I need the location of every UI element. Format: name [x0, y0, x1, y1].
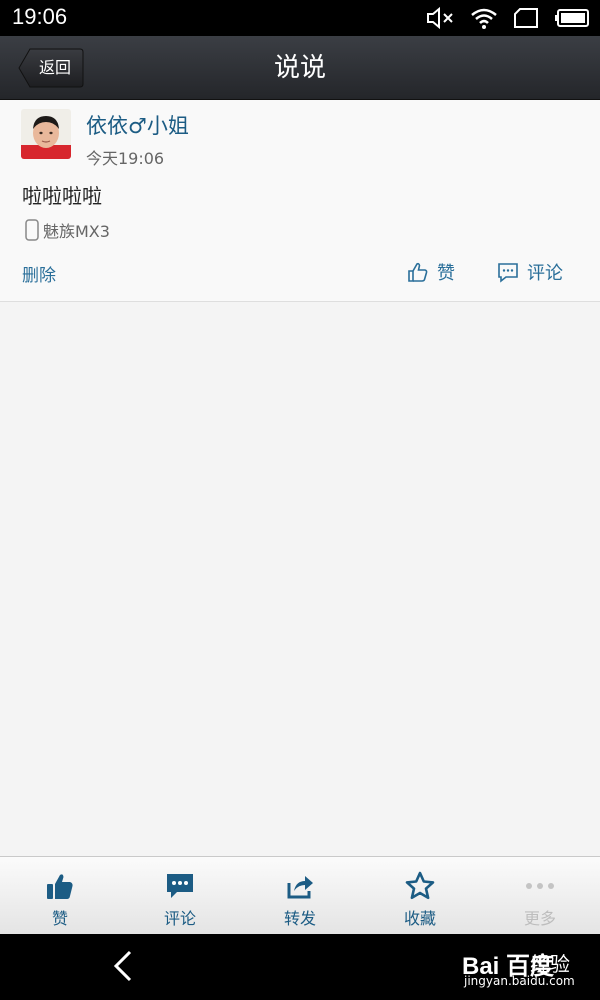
like-label: 赞 — [437, 263, 455, 284]
status-icons — [426, 4, 590, 32]
device-info: 魅族MX3 — [23, 218, 110, 242]
delete-link[interactable]: 删除 — [22, 261, 56, 286]
bottom-toolbar: 赞 评论 转发 收藏 更多 — [0, 856, 600, 934]
thumbs-up-icon — [408, 262, 428, 282]
star-icon — [405, 871, 435, 900]
toolbar-favorite-label: 收藏 — [403, 909, 436, 928]
wifi-icon — [471, 8, 497, 29]
page-title: 说说 — [273, 53, 326, 83]
tablet-icon — [514, 8, 538, 28]
more-icon — [526, 883, 554, 889]
thumbs-up-icon — [47, 874, 73, 899]
post-card: 依依♂小姐 今天19:06 啦啦啦啦 魅族MX3 删除 赞 评论 — [0, 100, 600, 302]
like-button[interactable]: 赞 — [407, 259, 455, 285]
toolbar-like-button[interactable]: 赞 — [0, 857, 120, 935]
device-label: 魅族MX3 — [43, 222, 110, 241]
avatar[interactable] — [21, 109, 71, 159]
battery-icon — [555, 9, 589, 27]
toolbar-share-button[interactable]: 转发 — [240, 857, 360, 935]
status-bar: 19:06 — [0, 0, 600, 36]
comment-icon — [167, 874, 193, 898]
mute-icon — [427, 6, 453, 30]
toolbar-comment-button[interactable]: 评论 — [120, 857, 240, 935]
toolbar-favorite-button[interactable]: 收藏 — [360, 857, 480, 935]
toolbar-share-label: 转发 — [283, 909, 316, 928]
comment-icon — [498, 263, 518, 283]
comment-label: 评论 — [527, 263, 563, 284]
author-name[interactable]: 依依♂小姐 — [86, 110, 189, 140]
toolbar-comment-label: 评论 — [163, 909, 196, 928]
phone-icon — [25, 219, 39, 241]
comment-button[interactable]: 评论 — [497, 259, 563, 285]
status-time: 19:06 — [12, 4, 68, 29]
watermark-url: jingyan.baidu.com — [464, 974, 575, 988]
title-bar: 返回 说说 — [0, 36, 600, 100]
post-timestamp: 今天19:06 — [86, 149, 165, 168]
share-icon — [287, 876, 313, 899]
back-arrow-icon[interactable] — [110, 948, 136, 984]
toolbar-more-label: 更多 — [523, 909, 556, 928]
watermark-label: 经验 — [530, 952, 570, 976]
baidu-jingyan-watermark: Bai 百度 经验 jingyan.baidu.com — [458, 946, 588, 990]
navigation-bar: Bai 百度 经验 jingyan.baidu.com — [0, 934, 600, 1000]
post-content: 啦啦啦啦 — [22, 184, 102, 208]
toolbar-more-button[interactable]: 更多 — [480, 857, 600, 935]
toolbar-like-label: 赞 — [51, 909, 68, 928]
avatar-image — [21, 109, 71, 159]
